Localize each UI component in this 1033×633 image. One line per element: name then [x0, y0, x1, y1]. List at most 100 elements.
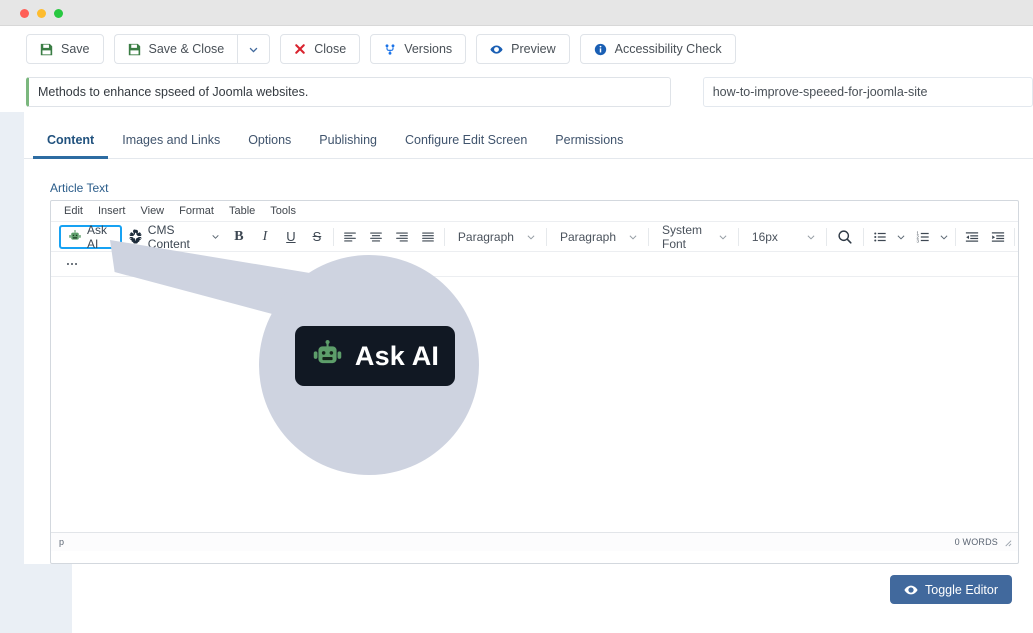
bullet-list-button[interactable] [867, 225, 893, 249]
font-family-select[interactable]: System Font [652, 223, 735, 251]
floppy-disk-icon [40, 43, 53, 56]
indent-icon [991, 230, 1005, 244]
chevron-down-icon [211, 232, 220, 241]
versions-button-label: Versions [404, 42, 453, 56]
preview-button-label: Preview [511, 42, 556, 56]
toolbar-divider [443, 227, 445, 246]
toolbar-divider [863, 227, 865, 246]
outdent-icon [965, 230, 979, 244]
bullet-list-icon [873, 230, 887, 244]
editor-content-area[interactable] [51, 277, 1018, 533]
menu-label: Edit [64, 205, 83, 217]
editor-status-bar: p 0 WORDS [51, 533, 1018, 551]
strikethrough-label: S [312, 229, 322, 244]
tab-options[interactable]: Options [234, 133, 305, 158]
align-justify-button[interactable] [415, 225, 441, 249]
accessibility-check-button[interactable]: Accessibility Check [579, 34, 736, 64]
svg-text:3: 3 [916, 238, 919, 243]
article-alias-input[interactable]: how-to-improve-speeed-for-joomla-site [702, 77, 1033, 107]
chevron-down-icon [806, 232, 816, 242]
versions-button[interactable]: Versions [370, 34, 467, 64]
save-button-label: Save [61, 42, 90, 56]
admin-toolbar: Save Save & Close Close Versions Preview… [0, 26, 1033, 72]
toggle-editor-label: Toggle Editor [925, 582, 998, 597]
numbered-list-dropdown[interactable] [936, 225, 952, 249]
menu-tools[interactable]: Tools [264, 203, 302, 219]
tab-images-and-links[interactable]: Images and Links [108, 133, 234, 158]
menu-edit[interactable]: Edit [58, 203, 89, 219]
word-count-group: 0 WORDS [955, 537, 1012, 547]
window-titlebar [0, 0, 1033, 26]
align-right-button[interactable] [389, 225, 415, 249]
preview-button[interactable]: Preview [476, 34, 570, 64]
chevron-down-icon [628, 232, 638, 242]
align-left-icon [343, 230, 357, 244]
strikethrough-button[interactable]: S [304, 225, 330, 249]
toolbar-divider [1014, 227, 1015, 246]
align-left-button[interactable] [337, 225, 363, 249]
menu-table[interactable]: Table [223, 203, 261, 219]
underline-button[interactable]: U [278, 225, 304, 249]
align-right-icon [395, 230, 409, 244]
tab-label: Permissions [555, 133, 624, 147]
numbered-list-button[interactable]: 123 [910, 225, 936, 249]
tab-label: Images and Links [122, 133, 221, 147]
content-panel: Article Text Edit Insert View Format Tab… [24, 159, 1033, 564]
outdent-button[interactable] [959, 225, 985, 249]
maximize-window-icon[interactable] [54, 9, 63, 18]
blocks-select-value: Paragraph [457, 229, 514, 244]
search-replace-button[interactable] [830, 225, 860, 249]
callout-ask-ai-button: Ask AI [295, 326, 455, 386]
tab-publishing[interactable]: Publishing [305, 133, 391, 158]
menu-format[interactable]: Format [173, 203, 220, 219]
article-title-input[interactable]: Methods to enhance spseed of Joomla webs… [26, 77, 671, 107]
align-center-icon [369, 230, 383, 244]
bold-button[interactable]: B [226, 225, 252, 249]
more-horizontal-icon [65, 257, 79, 271]
toggle-editor-button[interactable]: Toggle Editor [890, 575, 1012, 604]
edit-tabs: Content Images and Links Options Publish… [24, 112, 1033, 159]
font-size-select[interactable]: 16px [742, 224, 823, 249]
indent-button[interactable] [985, 225, 1011, 249]
left-rail-lower [24, 564, 72, 633]
bold-label: B [234, 228, 244, 244]
tab-content[interactable]: Content [33, 133, 109, 159]
minimize-window-icon[interactable] [37, 9, 46, 18]
chevron-down-icon [939, 232, 949, 242]
close-window-icon[interactable] [20, 9, 29, 18]
menu-label: Format [179, 205, 214, 217]
italic-label: I [262, 228, 268, 244]
toolbar-divider [955, 227, 956, 246]
close-button[interactable]: Close [280, 34, 361, 64]
title-alias-row: Methods to enhance spseed of Joomla webs… [0, 72, 1033, 112]
resize-handle-icon[interactable] [1003, 538, 1012, 547]
element-path[interactable]: p [59, 537, 64, 547]
styles-select-value: Paragraph [559, 229, 616, 244]
save-and-close-button[interactable]: Save & Close [113, 34, 238, 64]
toolbar-overflow-button[interactable] [59, 252, 85, 276]
toolbar-divider [826, 227, 828, 246]
align-center-button[interactable] [363, 225, 389, 249]
info-circle-icon [594, 43, 607, 56]
save-dropdown-toggle[interactable] [237, 34, 271, 64]
styles-select[interactable]: Paragraph [550, 224, 645, 249]
panel-footer: Toggle Editor [72, 564, 1033, 633]
bullet-list-dropdown[interactable] [893, 225, 909, 249]
menu-insert[interactable]: Insert [92, 203, 132, 219]
menu-view[interactable]: View [134, 203, 170, 219]
tab-configure-edit-screen[interactable]: Configure Edit Screen [391, 133, 541, 158]
tab-permissions[interactable]: Permissions [541, 133, 637, 158]
robot-icon [311, 339, 344, 373]
italic-button[interactable]: I [252, 225, 278, 249]
save-button[interactable]: Save [26, 34, 104, 64]
save-and-close-button-label: Save & Close [148, 42, 225, 56]
blocks-select[interactable]: Paragraph [448, 224, 543, 249]
toolbar-divider [648, 227, 649, 246]
menu-label: Table [228, 205, 256, 217]
word-count: 0 WORDS [954, 537, 998, 547]
chevron-down-icon [526, 232, 536, 242]
x-mark-icon [294, 43, 306, 55]
chevron-down-icon [248, 44, 259, 55]
editor-toolbar-row-1: Ask AI CMS Content B I U S Paragraph Par… [51, 222, 1018, 252]
eye-icon [490, 43, 503, 56]
